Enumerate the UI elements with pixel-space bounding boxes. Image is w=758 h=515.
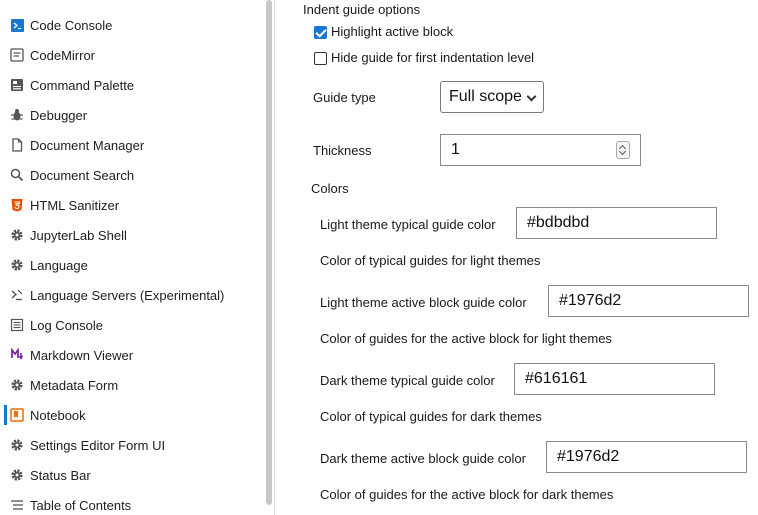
light-typical-label: Light theme typical guide color bbox=[320, 217, 496, 232]
sidebar-item-label: Code Console bbox=[30, 17, 113, 33]
gear-icon bbox=[8, 466, 26, 484]
thickness-input[interactable]: 1 bbox=[440, 134, 641, 166]
gear-icon bbox=[8, 376, 26, 394]
sidebar-item-label: Log Console bbox=[30, 317, 103, 333]
terminal-icon bbox=[8, 16, 26, 34]
palette-icon bbox=[8, 76, 26, 94]
light-typical-description: Color of typical guides for light themes bbox=[320, 253, 541, 268]
sidebar-item-label: Document Manager bbox=[30, 137, 145, 153]
settings-form: Indent guide options Highlight active bl… bbox=[276, 0, 758, 515]
sidebar-item-markdown-viewer[interactable]: Markdown Viewer bbox=[0, 340, 262, 370]
sidebar-scrollbar[interactable] bbox=[266, 0, 272, 505]
sidebar-item-code-console[interactable]: Code Console bbox=[0, 10, 262, 40]
sidebar-item-label: JupyterLab Shell bbox=[30, 227, 127, 243]
gear-icon bbox=[8, 256, 26, 274]
bug-icon bbox=[8, 106, 26, 124]
sidebar-item-document-manager[interactable]: Document Manager bbox=[0, 130, 262, 160]
dark-typical-description: Color of typical guides for dark themes bbox=[320, 409, 542, 424]
gear-icon bbox=[8, 436, 26, 454]
sidebar-item-label: Markdown Viewer bbox=[30, 347, 134, 363]
sidebar-item-label: Metadata Form bbox=[30, 377, 119, 393]
dark-typical-label: Dark theme typical guide color bbox=[320, 373, 495, 388]
light-typical-color-input[interactable]: #bdbdbd bbox=[516, 207, 717, 239]
toc-icon bbox=[8, 496, 26, 514]
dark-active-value: #1976d2 bbox=[557, 448, 620, 465]
highlight-active-block-label: Highlight active block bbox=[331, 24, 454, 39]
hide-first-level-label: Hide guide for first indentation level bbox=[331, 50, 535, 65]
sidebar-item-label: HTML Sanitizer bbox=[30, 197, 120, 213]
notebook-icon bbox=[8, 406, 26, 424]
sidebar-item-table-of-contents[interactable]: Table of Contents bbox=[0, 490, 262, 515]
sidebar-item-label: Table of Contents bbox=[30, 497, 132, 513]
sidebar-item-html-sanitizer[interactable]: HTML Sanitizer bbox=[0, 190, 262, 220]
sidebar-item-settings-editor-form-ui[interactable]: Settings Editor Form UI bbox=[0, 430, 262, 460]
thickness-value: 1 bbox=[451, 141, 460, 158]
light-typical-value: #bdbdbd bbox=[527, 214, 590, 231]
sidebar-item-label: Notebook bbox=[30, 407, 86, 423]
light-active-color-input[interactable]: #1976d2 bbox=[548, 285, 749, 317]
sidebar-item-language[interactable]: Language bbox=[0, 250, 262, 280]
guide-type-value: Full scope bbox=[449, 88, 522, 105]
dark-typical-value: #616161 bbox=[525, 370, 588, 387]
sidebar-item-label: Language bbox=[30, 257, 88, 273]
guide-type-label: Guide type bbox=[313, 90, 376, 105]
colors-title: Colors bbox=[311, 181, 349, 196]
gear-icon bbox=[8, 226, 26, 244]
dark-active-description: Color of guides for the active block for… bbox=[320, 487, 614, 502]
sidebar-item-metadata-form[interactable]: Metadata Form bbox=[0, 370, 262, 400]
html5-icon bbox=[8, 196, 26, 214]
sidebar-item-label: Language Servers (Experimental) bbox=[30, 287, 225, 303]
language-server-icon bbox=[8, 286, 26, 304]
sidebar-item-command-palette[interactable]: Command Palette bbox=[0, 70, 262, 100]
highlight-active-block-checkbox[interactable] bbox=[314, 26, 327, 39]
sidebar-item-codemirror[interactable]: CodeMirror bbox=[0, 40, 262, 70]
sidebar-item-label: Command Palette bbox=[30, 77, 135, 93]
dark-active-label: Dark theme active block guide color bbox=[320, 451, 526, 466]
thickness-label: Thickness bbox=[313, 143, 372, 158]
document-icon bbox=[8, 136, 26, 154]
sidebar-item-label: Document Search bbox=[30, 167, 135, 183]
light-active-value: #1976d2 bbox=[559, 292, 622, 309]
sidebar-item-label: CodeMirror bbox=[30, 47, 96, 63]
sidebar-item-label: Settings Editor Form UI bbox=[30, 437, 166, 453]
hide-first-level-checkbox[interactable] bbox=[314, 52, 327, 65]
chevron-down-icon bbox=[526, 91, 537, 102]
markdown-icon bbox=[8, 346, 26, 364]
settings-sidebar: Code Console CodeMirror Command Palette … bbox=[0, 0, 272, 515]
sidebar-item-label: Status Bar bbox=[30, 467, 91, 483]
panel-divider[interactable] bbox=[274, 0, 275, 515]
dark-active-color-input[interactable]: #1976d2 bbox=[546, 441, 747, 473]
sidebar-item-language-servers[interactable]: Language Servers (Experimental) bbox=[0, 280, 262, 310]
spinner-icon[interactable] bbox=[616, 141, 630, 159]
list-icon bbox=[8, 316, 26, 334]
light-active-label: Light theme active block guide color bbox=[320, 295, 527, 310]
search-icon bbox=[8, 166, 26, 184]
guide-type-select[interactable]: Full scope bbox=[440, 81, 544, 113]
editor-icon bbox=[8, 46, 26, 64]
light-active-description: Color of guides for the active block for… bbox=[320, 331, 612, 346]
sidebar-item-jupyterlab-shell[interactable]: JupyterLab Shell bbox=[0, 220, 262, 250]
sidebar-item-notebook[interactable]: Notebook bbox=[0, 400, 262, 430]
sidebar-item-label: Debugger bbox=[30, 107, 88, 123]
sidebar-item-debugger[interactable]: Debugger bbox=[0, 100, 262, 130]
dark-typical-color-input[interactable]: #616161 bbox=[514, 363, 715, 395]
sidebar-item-status-bar[interactable]: Status Bar bbox=[0, 460, 262, 490]
section-title: Indent guide options bbox=[303, 2, 421, 17]
sidebar-item-document-search[interactable]: Document Search bbox=[0, 160, 262, 190]
sidebar-item-log-console[interactable]: Log Console bbox=[0, 310, 262, 340]
